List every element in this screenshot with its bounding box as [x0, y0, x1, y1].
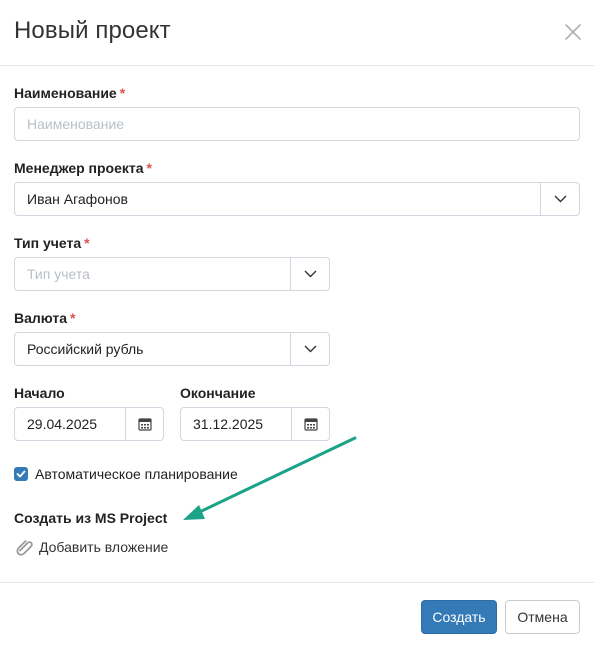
auto-planning-label[interactable]: Автоматическое планирование: [35, 466, 238, 482]
chevron-down-icon: [304, 345, 317, 353]
end-date-field[interactable]: 31.12.2025: [180, 407, 330, 441]
end-date-label: Окончание: [180, 385, 256, 401]
required-mark: *: [146, 160, 152, 176]
currency-select[interactable]: Российский рубль: [14, 332, 330, 366]
accounting-type-dropdown-toggle[interactable]: [290, 258, 329, 290]
new-project-dialog: Новый проект Наименование* Менеджер прое…: [0, 0, 594, 647]
accounting-type-label: Тип учета *: [14, 235, 90, 251]
currency-label: Валюта *: [14, 310, 76, 326]
required-mark: *: [119, 85, 126, 101]
chevron-down-icon: [554, 195, 567, 203]
close-icon: [565, 24, 581, 40]
checkmark-icon: [16, 470, 26, 478]
dialog-title: Новый проект: [14, 17, 171, 44]
start-date-value: 29.04.2025: [27, 416, 98, 432]
name-label: Наименование *: [14, 85, 126, 101]
end-date-calendar-button[interactable]: [291, 408, 329, 440]
ms-project-title: Создать из MS Project: [14, 510, 168, 526]
cancel-button[interactable]: Отмена: [505, 600, 580, 634]
manager-label: Менеджер проекта *: [14, 160, 152, 176]
end-date-value: 31.12.2025: [193, 416, 264, 432]
chevron-down-icon: [304, 270, 317, 278]
start-date-calendar-button[interactable]: [125, 408, 163, 440]
required-mark: *: [84, 235, 90, 251]
required-mark: *: [70, 310, 76, 326]
calendar-icon: [138, 418, 152, 431]
start-date-field[interactable]: 29.04.2025: [14, 407, 164, 441]
create-button[interactable]: Создать: [421, 600, 497, 634]
accounting-type-placeholder: Тип учета: [27, 266, 90, 282]
paperclip-icon: [16, 540, 33, 556]
start-date-label: Начало: [14, 385, 65, 401]
manager-value: Иван Агафонов: [27, 191, 128, 207]
manager-select[interactable]: Иван Агафонов: [14, 182, 580, 216]
add-attachment-label: Добавить вложение: [39, 539, 169, 555]
calendar-icon: [304, 418, 318, 431]
close-button[interactable]: [562, 21, 584, 43]
name-input[interactable]: [14, 107, 580, 141]
dialog-header: Новый проект: [0, 0, 594, 66]
auto-planning-checkbox[interactable]: [14, 467, 28, 481]
currency-value: Российский рубль: [27, 341, 144, 357]
dialog-footer: Создать Отмена: [0, 582, 594, 647]
manager-dropdown-toggle[interactable]: [540, 183, 579, 215]
currency-dropdown-toggle[interactable]: [290, 333, 329, 365]
accounting-type-select[interactable]: Тип учета: [14, 257, 330, 291]
